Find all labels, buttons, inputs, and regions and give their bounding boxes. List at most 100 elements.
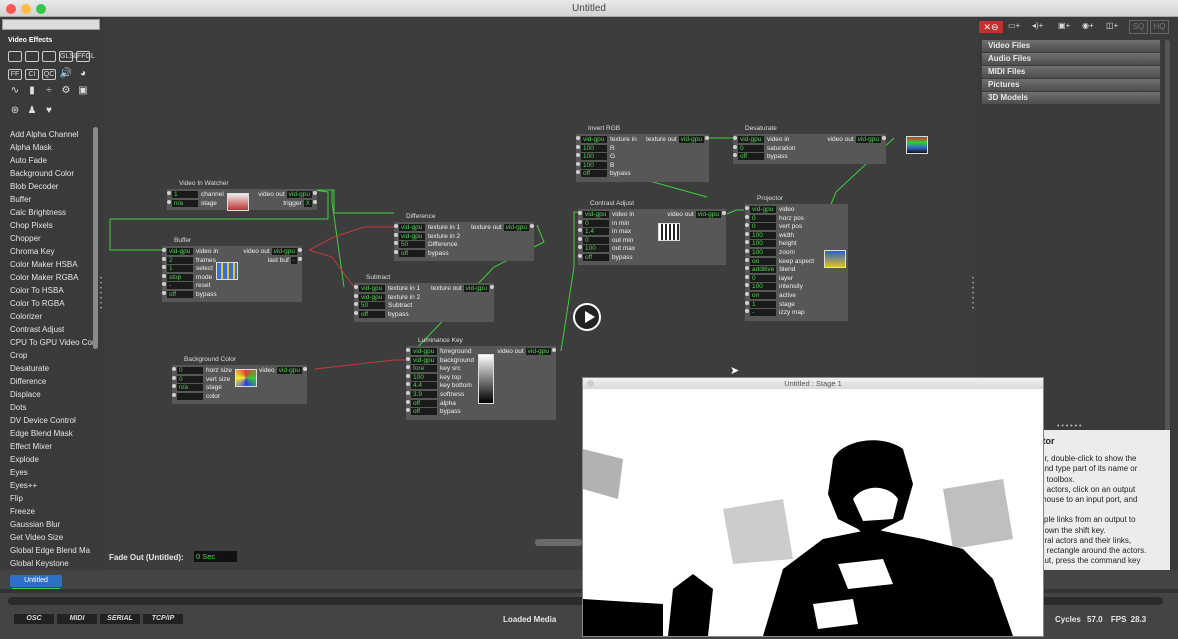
port-dot[interactable] [578, 245, 582, 250]
input-port[interactable]: vid-gpu texture in 2 [354, 293, 420, 302]
port-value[interactable]: fore [411, 365, 437, 373]
effect-item[interactable]: Color To HSBA [10, 284, 96, 297]
port-dot[interactable] [167, 199, 171, 204]
input-port[interactable]: 1 select [162, 265, 213, 273]
port-dot[interactable] [530, 224, 534, 228]
input-port[interactable]: 100 intensity [745, 283, 803, 291]
port-value[interactable]: off [359, 310, 385, 318]
port-dot[interactable] [552, 348, 556, 352]
port-value[interactable]: 100 [750, 231, 776, 239]
port-dot[interactable] [354, 302, 358, 307]
port-dot[interactable] [745, 274, 749, 279]
port-dot[interactable] [406, 408, 410, 413]
port-dot[interactable] [882, 136, 886, 140]
gear-icon[interactable]: ⚙ [59, 86, 73, 97]
input-port[interactable]: vid-gpu video in [578, 211, 634, 219]
luminance-key-actor[interactable]: vid-gpu foreground vid-gpu background fore ke… [406, 346, 556, 420]
port-value[interactable]: off [411, 408, 437, 416]
port-dot[interactable] [313, 191, 317, 195]
input-port[interactable]: vid-gpu texture in 1 [354, 285, 420, 293]
effect-item[interactable]: Chop Pixels [10, 219, 96, 232]
input-port[interactable]: 50 Subtract [354, 302, 412, 310]
input-port[interactable]: 1.4 in max [578, 228, 631, 236]
toolbox-search-input[interactable] [2, 19, 100, 30]
port-dot[interactable] [354, 293, 358, 298]
projector-actor[interactable]: vid-gpu video 0 horz pos 0 vert pos 100 width 10… [745, 204, 848, 322]
input-port[interactable]: off alpha [406, 399, 456, 408]
input-port[interactable]: 0 vert size [172, 375, 230, 384]
frame-icon[interactable] [8, 51, 22, 62]
port-dot[interactable] [406, 391, 410, 395]
port-dot[interactable] [733, 136, 737, 140]
media-folder[interactable]: 3D Models [982, 92, 1160, 104]
video-in-watcher-actor[interactable]: 1 channel n/a stage video out vid-gpu trigger X [167, 189, 317, 211]
input-port[interactable]: off bypass [733, 153, 788, 161]
wave-icon[interactable]: ∿ [8, 86, 22, 97]
effect-item[interactable]: Auto Fade [10, 154, 96, 167]
effect-item[interactable]: Buffer [10, 193, 96, 206]
port-dot[interactable] [394, 249, 398, 254]
port-dot[interactable] [576, 136, 580, 140]
scene-tab-untitled[interactable]: Untitled [10, 575, 62, 590]
port-value[interactable]: n/a [172, 199, 198, 207]
effect-item[interactable]: Crop [10, 349, 96, 362]
port-dot[interactable] [576, 161, 580, 166]
port-value[interactable]: 4.4 [411, 382, 437, 390]
output-port[interactable]: last buf - [265, 256, 302, 265]
hq-button[interactable]: HQ [1150, 20, 1169, 34]
input-port[interactable]: n/a stage [167, 199, 217, 208]
mouse-icon[interactable]: ▮ [25, 86, 39, 97]
palette-icon[interactable]: ◕ [76, 69, 90, 80]
frame-in-icon[interactable] [25, 51, 39, 62]
port-dot[interactable] [490, 285, 494, 289]
port-value[interactable]: 1 [172, 191, 198, 198]
port-dot[interactable] [394, 241, 398, 246]
port-value[interactable]: vid-gpu [750, 206, 776, 213]
media-scrollbar[interactable] [1165, 40, 1170, 435]
effect-item[interactable]: Alpha Mask [10, 141, 96, 154]
stage-window[interactable]: Untitled : Stage 1 [582, 377, 1044, 637]
effect-item[interactable]: Displace [10, 388, 96, 401]
port-dot[interactable] [172, 392, 176, 397]
port-value[interactable]: 100 [581, 144, 607, 152]
add-video-icon[interactable]: ▭+ [1008, 21, 1020, 30]
add-3d-icon[interactable]: ◫+ [1106, 21, 1118, 30]
effect-item[interactable]: DV Device Control [10, 414, 96, 427]
port-value[interactable]: vid-gpu [399, 232, 425, 240]
port-value[interactable]: 2 [167, 256, 193, 264]
effect-item[interactable]: Get Video Size [10, 531, 96, 544]
effect-item[interactable]: Gaussian Blur [10, 518, 96, 531]
difference-actor[interactable]: vid-gpu texture in 1 vid-gpu texture in 2 50… [394, 222, 534, 261]
port-dot[interactable] [167, 191, 171, 195]
input-port[interactable]: 0 horz pos [745, 214, 804, 223]
input-port[interactable]: additive blend [745, 266, 795, 274]
port-dot[interactable] [394, 232, 398, 237]
port-dot[interactable] [298, 256, 302, 261]
port-value[interactable]: 3.9 [411, 391, 437, 398]
play-button[interactable] [573, 303, 601, 331]
port-dot[interactable] [406, 399, 410, 404]
port-value[interactable]: vid-gpu [411, 348, 437, 355]
port-dot[interactable] [745, 266, 749, 271]
port-dot[interactable] [313, 199, 317, 204]
port-dot[interactable] [576, 144, 580, 149]
port-value[interactable]: off [399, 249, 425, 257]
effect-item[interactable]: Difference [10, 375, 96, 388]
canvas-horizontal-scrollbar[interactable] [535, 539, 582, 546]
input-port[interactable]: off bypass [162, 291, 217, 299]
port-value[interactable]: 0 [750, 274, 776, 282]
effect-item[interactable]: Desaturate [10, 362, 96, 375]
port-dot[interactable] [745, 309, 749, 314]
port-value[interactable]: vid-gpu [411, 356, 437, 364]
port-value[interactable]: 0 [750, 223, 776, 231]
add-midi-icon[interactable]: ◉+ [1082, 21, 1094, 30]
input-port[interactable]: off bypass [406, 408, 461, 416]
output-port[interactable]: video out vid-gpu [255, 191, 317, 199]
port-value[interactable]: n/a [177, 384, 203, 392]
input-port[interactable]: - izzy map [745, 309, 805, 317]
input-port[interactable]: 100 width [745, 231, 794, 240]
tcpip-tab[interactable]: TCP/IP [143, 614, 183, 624]
port-dot[interactable] [406, 356, 410, 361]
port-dot[interactable] [745, 292, 749, 296]
effect-item[interactable]: Contrast Adjust [10, 323, 96, 336]
